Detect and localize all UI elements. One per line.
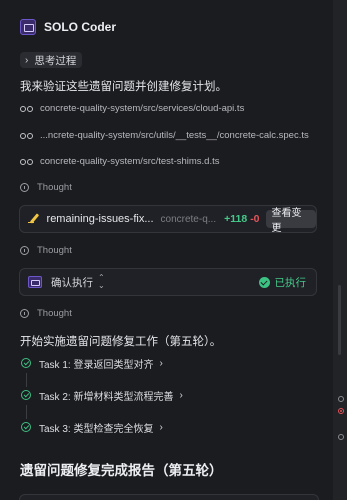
info-icon	[20, 245, 29, 255]
chevron-right-icon: ›	[179, 389, 183, 401]
file-read-item[interactable]: concrete-quality-system/src/test-shims.d…	[20, 153, 220, 169]
lines-removed: -0	[250, 213, 260, 225]
task-item[interactable]: Task 1: 登录返回类型对齐 ›	[21, 355, 163, 371]
glasses-icon	[20, 104, 34, 112]
executed-status-label: 已执行	[274, 276, 307, 289]
check-icon	[21, 358, 31, 368]
check-icon	[21, 390, 31, 400]
file-read-item[interactable]: ...ncrete-quality-system/src/utils/__tes…	[20, 127, 309, 143]
thinking-label: 思考过程	[34, 54, 77, 67]
file-read-item[interactable]: concrete-quality-system/src/services/clo…	[20, 100, 244, 116]
check-icon	[21, 422, 31, 432]
chevron-right-icon: ›	[25, 54, 29, 66]
app-header: SOLO Coder	[20, 17, 116, 37]
file-path: ...ncrete-quality-system/src/utils/__tes…	[40, 129, 309, 141]
file-path: concrete-quality-system/src/services/clo…	[40, 102, 245, 114]
terminal-icon	[28, 276, 42, 288]
solo-logo-icon	[20, 19, 36, 35]
file-diff-card[interactable]: remaining-issues-fix... concrete-q... +1…	[19, 205, 317, 234]
thought-item[interactable]: Thought	[20, 180, 72, 194]
thought-label: Thought	[37, 181, 72, 193]
start-fix-text: 开始实施遗留问题修复工作（第五轮）。	[20, 336, 222, 348]
thought-label: Thought	[37, 244, 72, 256]
task-connector	[26, 405, 27, 419]
chevron-right-icon: ›	[159, 421, 163, 433]
confirm-execute-card[interactable]: 确认执行 ⌃ ⌄ 已执行	[19, 268, 317, 296]
diff-file-path: concrete-q...	[160, 213, 217, 225]
lines-added: +118	[224, 213, 248, 225]
thinking-toggle[interactable]: › 思考过程	[20, 52, 83, 68]
thought-label: Thought	[37, 307, 72, 319]
record-dot-icon[interactable]	[338, 408, 344, 414]
check-circle-icon	[258, 276, 270, 288]
task-item[interactable]: Task 3: 类型检查完全恢复 ›	[21, 419, 163, 435]
status-dot-icon[interactable]	[338, 396, 344, 402]
executed-status: 已执行	[258, 275, 307, 290]
confirm-execute-label: 确认执行	[51, 276, 93, 289]
task-label: Task 1: 登录返回类型对齐	[39, 359, 154, 371]
pencil-icon	[28, 213, 40, 225]
view-changes-button[interactable]: 查看变更	[265, 208, 316, 234]
diff-file-name: remaining-issues-fix...	[46, 213, 154, 225]
task-item[interactable]: Task 2: 新增材料类型流程完善 ›	[21, 387, 183, 403]
assistant-intro: 我来验证这些遗留问题并创建修复计划。	[20, 81, 227, 93]
report-heading: 遗留问题修复完成报告（第五轮）	[20, 463, 223, 478]
task-label: Task 3: 类型检查完全恢复	[39, 423, 154, 435]
info-icon	[20, 182, 29, 192]
glasses-icon	[20, 157, 34, 165]
task-connector	[26, 373, 27, 387]
status-dot-icon[interactable]	[338, 434, 344, 440]
right-sidebar-edge	[333, 0, 347, 500]
thought-item[interactable]: Thought	[20, 306, 72, 320]
report-card	[19, 494, 319, 500]
chevron-right-icon: ›	[159, 357, 163, 369]
chat-panel: SOLO Coder › 思考过程 我来验证这些遗留问题并创建修复计划。 con…	[0, 0, 333, 500]
info-icon	[20, 308, 29, 318]
chevron-up-down-icon[interactable]: ⌃ ⌄	[98, 274, 105, 290]
scrollbar-thumb[interactable]	[338, 285, 341, 355]
glasses-icon	[20, 131, 34, 139]
app-title: SOLO Coder	[44, 20, 117, 34]
task-label: Task 2: 新增材料类型流程完善	[39, 391, 174, 403]
thought-item[interactable]: Thought	[20, 243, 72, 257]
file-path: concrete-quality-system/src/test-shims.d…	[40, 155, 220, 167]
